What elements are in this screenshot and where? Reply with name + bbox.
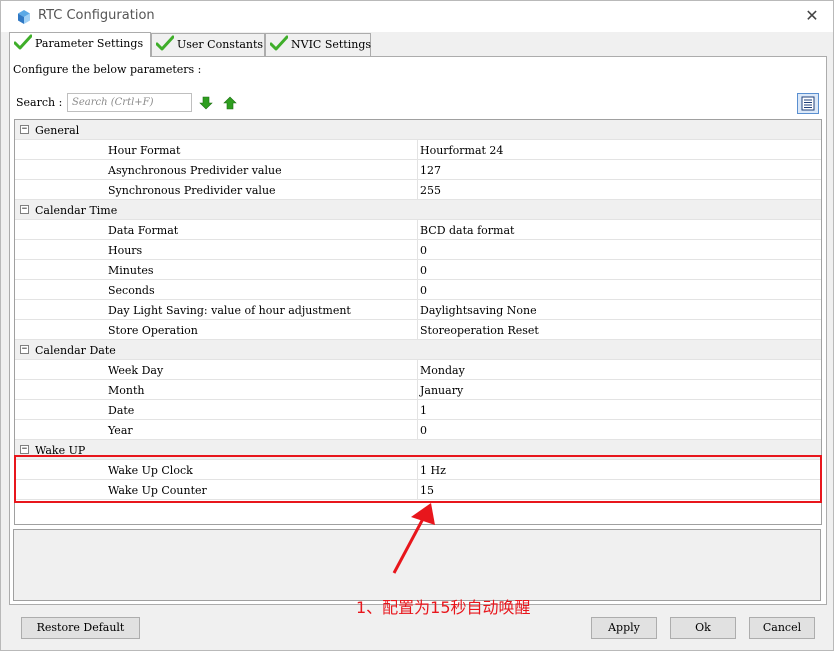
group-row-calendar-time[interactable]: − Calendar Time [15,200,821,220]
param-value[interactable]: 255 [420,184,441,197]
annotation-arrow-icon [392,503,435,574]
param-value[interactable]: Monday [420,364,465,377]
table-row[interactable]: Data Format BCD data format [15,220,821,240]
rtc-configuration-dialog: RTC Configuration ✕ Parameter Settings U… [0,0,834,651]
table-row[interactable]: Asynchronous Predivider value 127 [15,160,821,180]
param-name: Hours [108,244,143,257]
check-icon [13,34,33,50]
window-title: RTC Configuration [38,8,155,23]
collapse-icon[interactable]: − [20,445,29,454]
configure-label: Configure the below parameters : [13,63,202,76]
param-name: Synchronous Predivider value [108,184,276,197]
cancel-button[interactable]: Cancel [749,617,815,639]
param-value[interactable]: 1 Hz [420,464,446,477]
table-row[interactable]: Wake Up Counter 15 [15,480,821,500]
list-view-toggle-button[interactable] [797,93,819,114]
table-row[interactable]: Wake Up Clock 1 Hz [15,460,821,480]
table-row[interactable]: Seconds 0 [15,280,821,300]
param-name: Data Format [108,224,179,237]
group-label: Calendar Date [35,344,116,357]
param-value[interactable]: BCD data format [420,224,514,237]
table-row[interactable]: Week Day Monday [15,360,821,380]
table-row[interactable]: Day Light Saving: value of hour adjustme… [15,300,821,320]
close-button[interactable]: ✕ [801,5,823,27]
param-name: Minutes [108,264,154,277]
annotation-text: 1、配置为15秒自动唤醒 [356,598,531,617]
param-value[interactable]: January [420,384,463,397]
param-name: Month [108,384,145,397]
check-icon [269,35,289,51]
table-row[interactable]: Hours 0 [15,240,821,260]
param-name: Year [108,424,133,437]
table-row[interactable]: Minutes 0 [15,260,821,280]
group-row-general[interactable]: − General [15,120,821,140]
tab-label: Parameter Settings [35,37,144,50]
param-name: Wake Up Clock [108,464,193,477]
table-row[interactable]: Year 0 [15,420,821,440]
param-value[interactable]: Daylightsaving None [420,304,537,317]
param-value[interactable]: 1 [420,404,427,417]
check-icon [155,35,175,51]
group-row-calendar-date[interactable]: − Calendar Date [15,340,821,360]
table-row[interactable]: Date 1 [15,400,821,420]
tab-parameter-settings[interactable]: Parameter Settings [9,32,151,57]
tab-user-constants[interactable]: User Constants [151,33,265,56]
collapse-icon[interactable]: − [20,205,29,214]
param-value[interactable]: Hourformat 24 [420,144,503,157]
group-label: General [35,124,80,137]
param-value[interactable]: 0 [420,284,427,297]
param-value[interactable]: 0 [420,424,427,437]
group-row-wake-up[interactable]: − Wake UP [15,440,821,460]
apply-button[interactable]: Apply [591,617,657,639]
collapse-icon[interactable]: − [20,125,29,134]
param-name: Day Light Saving: value of hour adjustme… [108,304,351,317]
search-label: Search : [16,96,63,109]
list-view-icon [801,96,815,111]
ok-button[interactable]: Ok [670,617,736,639]
group-label: Calendar Time [35,204,118,217]
parameter-grid: − General Hour Format Hourformat 24 Async… [14,119,822,525]
param-name: Hour Format [108,144,181,157]
group-label: Wake UP [35,444,86,457]
tab-label: NVIC Settings [291,38,372,51]
collapse-icon[interactable]: − [20,345,29,354]
param-name: Store Operation [108,324,198,337]
app-cube-icon [18,10,30,24]
table-row[interactable]: Synchronous Predivider value 255 [15,180,821,200]
table-row[interactable]: Store Operation Storeoperation Reset [15,320,821,340]
title-bar: RTC Configuration ✕ [1,1,833,32]
param-value[interactable]: Storeoperation Reset [420,324,539,337]
param-name: Wake Up Counter [108,484,207,497]
arrow-down-icon[interactable] [198,95,214,111]
table-row[interactable]: Month January [15,380,821,400]
param-value[interactable]: 15 [420,484,434,497]
tab-label: User Constants [177,38,264,51]
param-name: Seconds [108,284,155,297]
param-value[interactable]: 127 [420,164,441,177]
search-input[interactable] [67,93,192,112]
param-value[interactable]: 0 [420,244,427,257]
arrow-up-icon[interactable] [222,95,238,111]
param-name: Asynchronous Predivider value [108,164,282,177]
restore-default-button[interactable]: Restore Default [21,617,140,639]
param-name: Week Day [108,364,164,377]
tab-nvic-settings[interactable]: NVIC Settings [265,33,371,56]
param-value[interactable]: 0 [420,264,427,277]
table-row[interactable]: Hour Format Hourformat 24 [15,140,821,160]
param-name: Date [108,404,135,417]
